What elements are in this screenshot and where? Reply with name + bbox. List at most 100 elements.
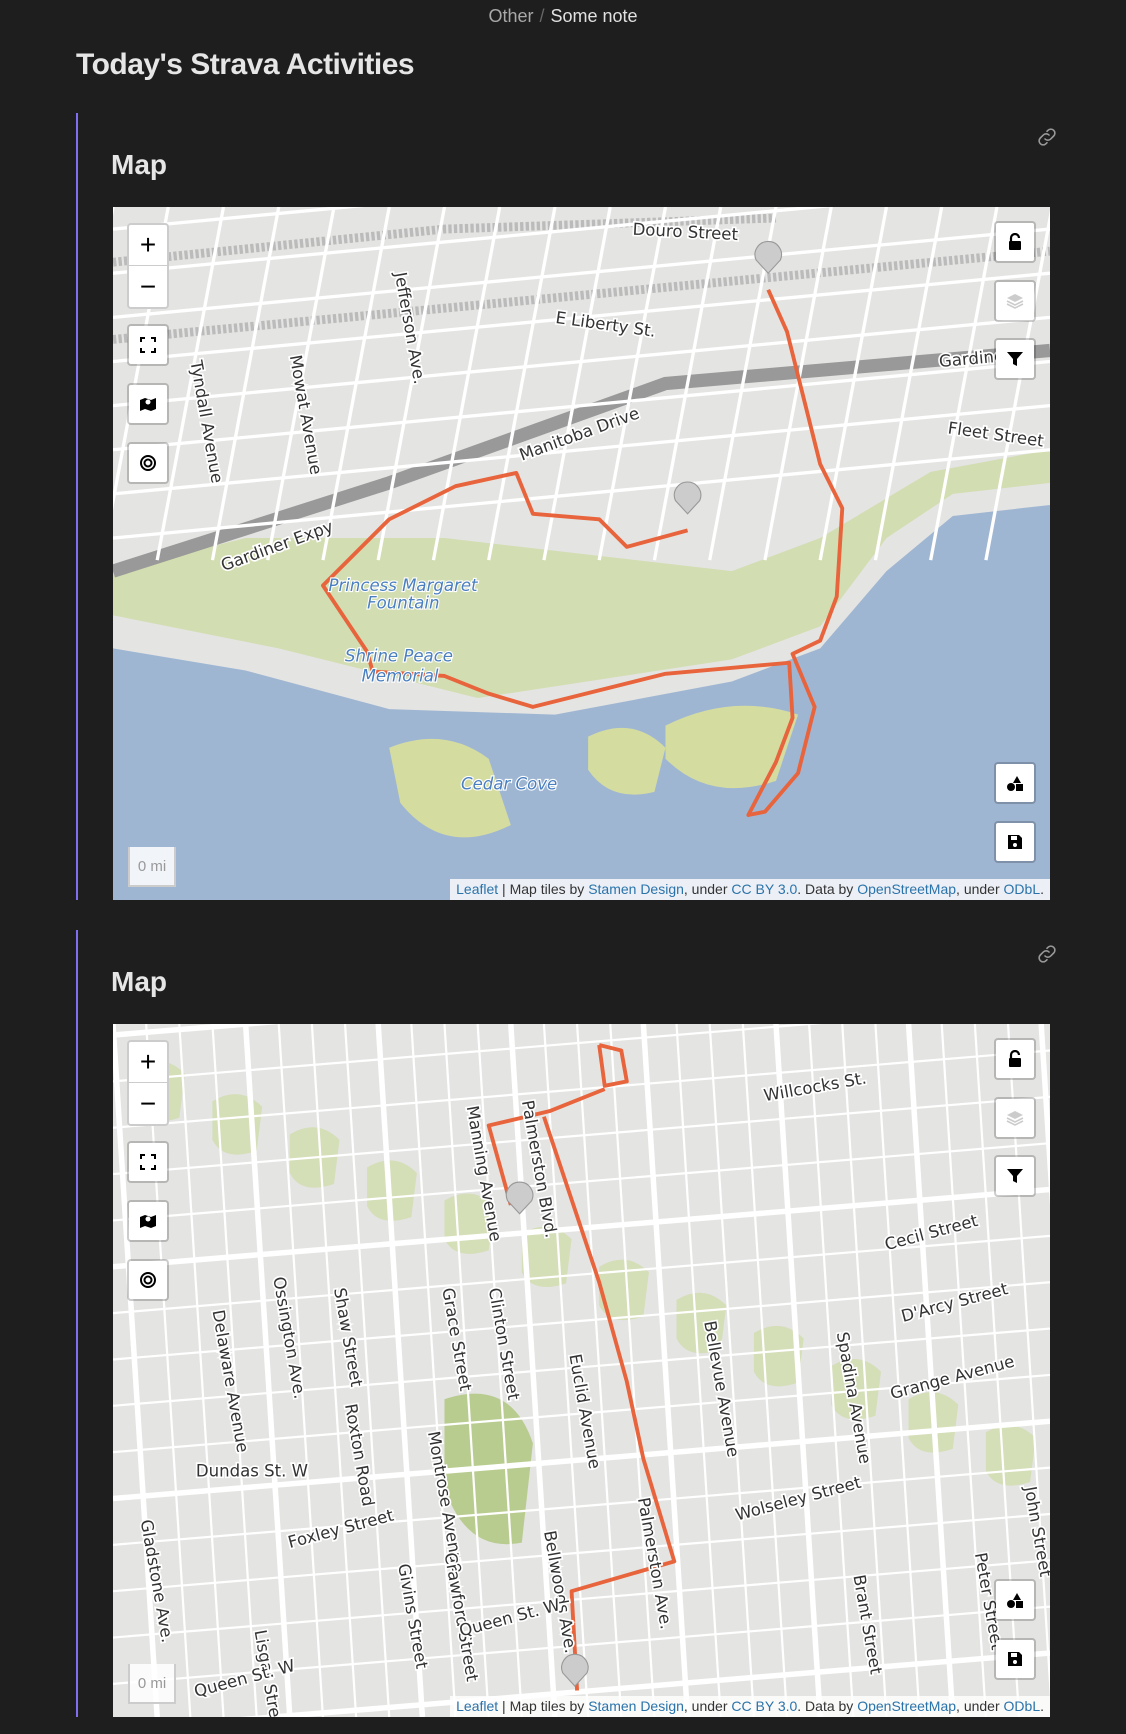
layers-icon	[1006, 294, 1024, 309]
layers-icon	[1006, 1111, 1024, 1126]
street-label: Tyndall Avenue	[186, 358, 227, 485]
street-label: Givins Street	[394, 1562, 431, 1671]
scale-indicator: 0 mi	[128, 1664, 176, 1704]
map-view-button[interactable]	[127, 383, 169, 425]
street-label: Dundas St. W	[196, 1461, 308, 1480]
leaflet-map[interactable]: Manning Avenue Palmerston Blvd. Willcocks …	[113, 1024, 1050, 1717]
save-icon	[1008, 835, 1022, 849]
scale-indicator: 0 mi	[128, 847, 176, 887]
fullscreen-button[interactable]	[127, 324, 169, 366]
attribution-text: , under	[683, 1698, 732, 1714]
map-attribution: Leaflet | Map tiles by Stamen Design, un…	[450, 879, 1050, 900]
attribution-text: | Map tiles by	[498, 1698, 589, 1714]
street-label: Foxley Street	[286, 1506, 396, 1553]
street-label: Mowat Avenue	[286, 353, 326, 476]
street-label: Delaware Avenue	[209, 1308, 253, 1454]
shapes-button[interactable]	[994, 762, 1036, 804]
leaflet-map[interactable]: Douro Street E Liberty St. Jefferson Ave. M…	[113, 207, 1050, 900]
fullscreen-icon	[140, 1154, 156, 1170]
zoom-out-button[interactable]: −	[129, 1083, 167, 1124]
attribution-text: , under	[956, 1698, 1004, 1714]
zoom-control: + −	[127, 223, 169, 309]
zoom-control: + −	[127, 1040, 169, 1126]
breadcrumb-separator: /	[539, 6, 545, 26]
street-label: Princess Margaret	[328, 576, 478, 595]
stamen-link[interactable]: Stamen Design	[588, 1698, 684, 1714]
attribution-text: . Data by	[797, 881, 858, 897]
map-marker-icon	[561, 1653, 589, 1687]
park	[985, 1425, 1036, 1486]
odbl-link[interactable]: ODbL	[1004, 881, 1041, 897]
map-heading: Map	[111, 966, 167, 997]
odbl-link[interactable]: ODbL	[1004, 1698, 1041, 1714]
street	[113, 227, 1050, 319]
street-label: Wolseley Street	[733, 1473, 863, 1525]
link-icon[interactable]	[1035, 125, 1059, 149]
save-icon	[1008, 1652, 1022, 1666]
breadcrumb-parent[interactable]: Other	[488, 6, 533, 26]
save-button[interactable]	[994, 1638, 1036, 1680]
street-label: Cedar Cove	[461, 775, 557, 794]
map-attribution: Leaflet | Map tiles by Stamen Design, un…	[450, 1696, 1050, 1717]
fullscreen-button[interactable]	[127, 1141, 169, 1183]
unlock-icon	[1009, 233, 1021, 250]
shapes-icon	[1007, 776, 1023, 791]
map-tiles[interactable]: Douro StreetE Liberty St.Jefferson Ave.M…	[113, 207, 1050, 900]
zoom-out-button[interactable]: −	[129, 266, 167, 307]
map-heading: Map	[111, 149, 167, 180]
map-marker-icon	[673, 481, 702, 515]
street-label: Memorial	[362, 667, 439, 686]
zoom-in-button[interactable]: +	[129, 1042, 167, 1083]
street-label: Bellevue Avenue	[700, 1319, 743, 1458]
layers-button[interactable]	[994, 1097, 1036, 1139]
layers-button[interactable]	[994, 280, 1036, 322]
map-icon	[140, 398, 156, 411]
street-label: Clinton Street	[485, 1286, 524, 1402]
map-marker-icon	[754, 240, 783, 275]
filter-button[interactable]	[994, 338, 1036, 380]
locate-button[interactable]	[127, 442, 169, 484]
save-button[interactable]	[994, 821, 1036, 863]
street-label: John Street	[1020, 1484, 1050, 1579]
leaflet-link[interactable]: Leaflet	[456, 881, 498, 897]
street	[113, 1049, 1050, 1129]
target-icon	[140, 455, 156, 471]
map-block-1: Map Douro Street E Liberty St. Jefferson A…	[76, 113, 1076, 900]
leaflet-link[interactable]: Leaflet	[456, 1698, 498, 1714]
street-label: Grace Street	[438, 1286, 475, 1393]
target-icon	[140, 1272, 156, 1288]
street-label: Cecil Street	[883, 1211, 981, 1254]
lock-button[interactable]	[994, 1038, 1036, 1080]
map-view-button[interactable]	[127, 1200, 169, 1242]
map-tiles[interactable]: Manning Avenue Palmerston Blvd.Willcocks …	[113, 1024, 1050, 1717]
cc-link[interactable]: CC BY 3.0	[731, 1698, 797, 1714]
filter-icon	[1007, 1169, 1023, 1183]
attribution-text: , under	[956, 881, 1004, 897]
osm-link[interactable]: OpenStreetMap	[857, 1698, 956, 1714]
street	[242, 1024, 293, 1717]
street	[487, 207, 557, 561]
breadcrumb: Other / Some note	[0, 6, 1126, 27]
shapes-button[interactable]	[994, 1579, 1036, 1621]
attribution-text: , under	[683, 881, 732, 897]
street-label: Douro Street	[632, 220, 739, 245]
locate-button[interactable]	[127, 1259, 169, 1301]
osm-link[interactable]: OpenStreetMap	[857, 881, 956, 897]
cc-link[interactable]: CC BY 3.0	[731, 881, 797, 897]
map-block-2: Map Manning Avenue Palmerston Blvd. Willco…	[76, 930, 1076, 1717]
map-icon	[140, 1215, 156, 1228]
attribution-text: .	[1040, 881, 1044, 897]
attribution-text: . Data by	[797, 1698, 858, 1714]
attribution-text: | Map tiles by	[498, 881, 589, 897]
stamen-link[interactable]: Stamen Design	[588, 881, 684, 897]
fullscreen-icon	[140, 337, 156, 353]
lock-button[interactable]	[994, 221, 1036, 263]
filter-icon	[1007, 352, 1023, 366]
link-icon[interactable]	[1035, 942, 1059, 966]
street-label: Shaw Street	[330, 1286, 366, 1388]
attribution-text: .	[1040, 1698, 1044, 1714]
zoom-in-button[interactable]: +	[129, 225, 167, 266]
filter-button[interactable]	[994, 1155, 1036, 1197]
breadcrumb-current: Some note	[550, 6, 638, 26]
street-label: Shrine Peace	[345, 647, 453, 666]
